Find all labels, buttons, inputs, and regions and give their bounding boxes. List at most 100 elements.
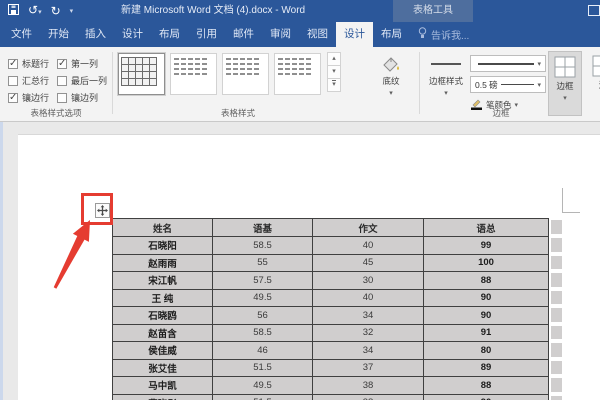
- tab-mailings[interactable]: 邮件: [225, 22, 262, 47]
- table-cell[interactable]: 38: [312, 376, 424, 395]
- checkbox-icon[interactable]: [8, 75, 18, 86]
- table-row[interactable]: 石晓阳 58.5 40 99: [112, 236, 549, 255]
- gallery-more-icon[interactable]: ▾: [327, 78, 341, 92]
- table-cell[interactable]: 99: [423, 236, 549, 255]
- table-header-row[interactable]: 姓名 语基 作文 语总: [112, 218, 549, 237]
- tab-references[interactable]: 引用: [188, 22, 225, 47]
- table-cell[interactable]: 40: [312, 236, 424, 255]
- table-cell[interactable]: 30: [312, 271, 424, 290]
- tab-view[interactable]: 视图: [299, 22, 336, 47]
- column-header[interactable]: 语基: [212, 218, 313, 237]
- style-option[interactable]: 镶边行: [8, 89, 49, 106]
- thumbnail-row: [174, 58, 213, 60]
- line-weight-dropdown[interactable]: 0.5 磅 ▾: [470, 76, 546, 93]
- checkbox-icon[interactable]: [8, 58, 18, 69]
- tab-review[interactable]: 审阅: [262, 22, 299, 47]
- shading-button[interactable]: 底纹 ▾: [368, 55, 414, 97]
- table-row[interactable]: 赵雨雨 55 45 100: [112, 253, 549, 272]
- table-row[interactable]: 宋江帆 57.5 30 88: [112, 271, 549, 290]
- save-icon[interactable]: [8, 2, 19, 20]
- table-cell[interactable]: 46: [212, 341, 313, 360]
- table-cell[interactable]: 王 纯: [112, 288, 213, 307]
- tab-table-design[interactable]: 设计: [336, 22, 373, 47]
- redo-icon[interactable]: ↻: [51, 0, 61, 22]
- table-cell[interactable]: 37: [312, 358, 424, 377]
- table-cell[interactable]: 88: [423, 271, 549, 290]
- table-cell[interactable]: 张艾佳: [112, 358, 213, 377]
- undo-icon[interactable]: ↺▾: [28, 0, 42, 24]
- table-cell[interactable]: 88: [423, 376, 549, 395]
- table-cell[interactable]: 90: [423, 306, 549, 325]
- checkbox-icon[interactable]: [57, 58, 68, 69]
- tell-me-box[interactable]: 告诉我...: [418, 22, 469, 47]
- tab-design[interactable]: 设计: [114, 22, 151, 47]
- style-option[interactable]: 标题行: [8, 55, 49, 72]
- table-cell[interactable]: 赵苗含: [112, 323, 213, 342]
- table-style-thumbnail[interactable]: [117, 52, 166, 96]
- table-row[interactable]: 石晓鸥 56 34 90: [112, 306, 549, 325]
- table-row[interactable]: 王 纯 49.5 40 90: [112, 288, 549, 307]
- style-option[interactable]: 镶边列: [57, 89, 107, 106]
- table-cell[interactable]: 51.5: [212, 358, 313, 377]
- table-row[interactable]: 马中凯 49.5 38 88: [112, 376, 549, 395]
- table-cell[interactable]: 49.5: [212, 288, 313, 307]
- table-row[interactable]: 张艾佳 51.5 37 89: [112, 358, 549, 377]
- qat-customize-icon[interactable]: ▾: [70, 7, 74, 15]
- table-cell[interactable]: 38: [312, 393, 424, 400]
- table-cell[interactable]: 80: [423, 341, 549, 360]
- table-cell[interactable]: 曹晓彤: [112, 393, 213, 400]
- table-cell[interactable]: 91: [423, 323, 549, 342]
- checkbox-icon[interactable]: [8, 92, 18, 103]
- checkbox-icon[interactable]: [57, 92, 68, 103]
- table-cell[interactable]: 58.5: [212, 323, 313, 342]
- tab-table-layout[interactable]: 布局: [373, 22, 410, 47]
- style-option[interactable]: 汇总行: [8, 72, 49, 89]
- table-cell[interactable]: 90: [423, 393, 549, 400]
- table-cell[interactable]: 100: [423, 253, 549, 272]
- table-cell[interactable]: 45: [312, 253, 424, 272]
- table-row[interactable]: 侯佳威 46 34 80: [112, 341, 549, 360]
- tab-layout[interactable]: 布局: [151, 22, 188, 47]
- column-header[interactable]: 姓名: [112, 218, 213, 237]
- table-cell[interactable]: 89: [423, 358, 549, 377]
- column-header[interactable]: 作文: [312, 218, 424, 237]
- table-cell[interactable]: 40: [312, 288, 424, 307]
- line-style-dropdown[interactable]: ▾: [470, 55, 546, 72]
- table-cell[interactable]: 赵雨雨: [112, 253, 213, 272]
- tab-home[interactable]: 开始: [40, 22, 77, 47]
- table-cell[interactable]: 马中凯: [112, 376, 213, 395]
- checkbox-icon[interactable]: [57, 75, 68, 86]
- table-cell[interactable]: 51.5: [212, 393, 313, 400]
- scores-table[interactable]: 姓名 语基 作文 语总 石晓阳 58.5 40 99 赵雨雨 55 45 100 宋江帆 57.5 30 8…: [112, 218, 549, 400]
- borders-button[interactable]: 边框 ▾: [548, 51, 582, 116]
- table-cell[interactable]: 石晓鸥: [112, 306, 213, 325]
- table-cell[interactable]: 34: [312, 341, 424, 360]
- table-cell[interactable]: 侯佳威: [112, 341, 213, 360]
- ribbon-options-icon[interactable]: [588, 5, 600, 16]
- border-styles-button[interactable]: 边框样式 ▾: [424, 55, 468, 97]
- gallery-scroll-down-icon[interactable]: ▾: [327, 65, 341, 79]
- table-cell[interactable]: 32: [312, 323, 424, 342]
- table-style-thumbnail[interactable]: [170, 53, 217, 95]
- table-cell[interactable]: 宋江帆: [112, 271, 213, 290]
- border-painter-button[interactable]: 边: [586, 51, 600, 116]
- table-cell[interactable]: 57.5: [212, 271, 313, 290]
- thumbnail-cell: [306, 58, 311, 60]
- table-row[interactable]: 赵苗含 58.5 32 91: [112, 323, 549, 342]
- style-option[interactable]: 第一列: [57, 55, 107, 72]
- gallery-scroll-up-icon[interactable]: ▴: [327, 52, 341, 66]
- table-cell[interactable]: 58.5: [212, 236, 313, 255]
- table-cell[interactable]: 55: [212, 253, 313, 272]
- table-cell[interactable]: 90: [423, 288, 549, 307]
- tab-file[interactable]: 文件: [3, 22, 40, 47]
- table-cell[interactable]: 56: [212, 306, 313, 325]
- column-header[interactable]: 语总: [423, 218, 549, 237]
- table-cell[interactable]: 34: [312, 306, 424, 325]
- table-row[interactable]: 曹晓彤51.53890: [112, 393, 549, 400]
- table-cell[interactable]: 49.5: [212, 376, 313, 395]
- tab-insert[interactable]: 插入: [77, 22, 114, 47]
- table-cell[interactable]: 石晓阳: [112, 236, 213, 255]
- table-style-thumbnail[interactable]: [222, 53, 269, 95]
- table-style-thumbnail[interactable]: [274, 53, 321, 95]
- style-option[interactable]: 最后一列: [57, 72, 107, 89]
